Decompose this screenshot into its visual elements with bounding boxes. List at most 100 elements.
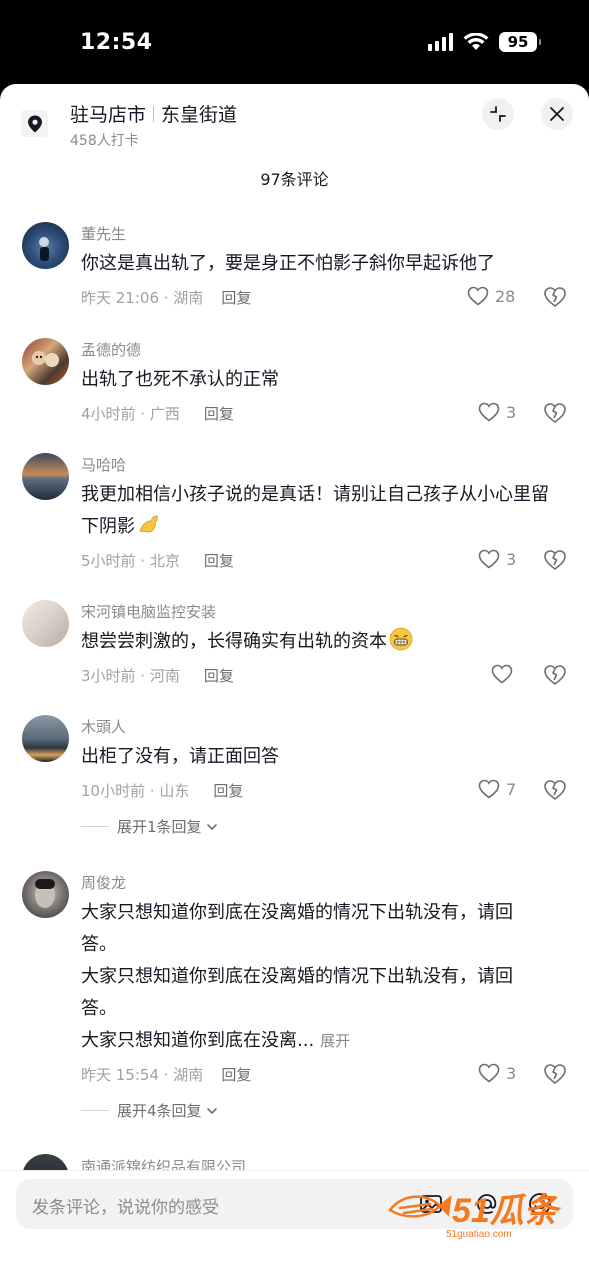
location-title[interactable]: 驻马店市 东皇街道 — [70, 100, 237, 127]
avatar[interactable] — [22, 715, 69, 762]
location-street: 东皇街道 — [161, 104, 238, 126]
svg-text:51瓜条: 51瓜条 — [452, 1192, 562, 1230]
dislike-button[interactable] — [543, 1063, 567, 1089]
comment-text: 大家只想知道你到底在没离婚的情况下出轨没有，请回 答。 大家只想知道你到底在没离… — [81, 897, 561, 1057]
expand-replies-button[interactable]: 展开4条回复 — [81, 1100, 219, 1121]
reply-button[interactable]: 回复 — [204, 665, 234, 686]
comment-count: 97条评论 — [260, 170, 329, 189]
heart-icon — [478, 402, 500, 422]
status-time: 12:54 — [80, 30, 153, 55]
collapse-icon — [490, 106, 506, 122]
comment-text: 出轨了也死不承认的正常 — [81, 369, 279, 390]
broken-heart-icon — [544, 403, 566, 424]
comment-text: 出柜了没有，请正面回答 — [81, 746, 279, 767]
comment-username[interactable]: 木頭人 — [81, 716, 126, 737]
broken-heart-icon — [544, 665, 566, 686]
collapse-button[interactable] — [482, 98, 514, 130]
like-button[interactable]: 3 — [478, 549, 516, 569]
broken-heart-icon — [544, 1064, 566, 1085]
comment-text-line: 答。 — [81, 998, 117, 1019]
reply-button[interactable]: 回复 — [213, 780, 243, 801]
broken-heart-icon — [544, 550, 566, 571]
comment-meta: 昨天 21:06 · 湖南 回复 — [81, 287, 251, 308]
expand-divider — [81, 826, 109, 827]
dislike-button[interactable] — [543, 402, 567, 428]
avatar[interactable] — [22, 222, 69, 269]
avatar[interactable] — [22, 453, 69, 500]
comment-text-line: 大家只想知道你到底在没离婚的情况下出轨没有，请回 — [81, 966, 513, 987]
comment-meta: 4小时前 · 广西 回复 — [81, 403, 234, 424]
comment-text-line: 大家只想知道你到底在没离婚的情况下出轨没有，请回 — [81, 902, 513, 923]
heart-icon — [478, 549, 500, 569]
chevron-down-icon — [206, 823, 217, 830]
grinning-face-emoji-icon — [389, 627, 413, 651]
comment-username[interactable]: 孟德的德 — [81, 339, 141, 360]
close-icon — [550, 107, 564, 121]
expand-replies-button[interactable]: 展开1条回复 — [81, 816, 219, 837]
close-button[interactable] — [541, 98, 573, 130]
comment-time-location: 3小时前 · 河南 — [81, 667, 180, 685]
comment-text-line: 大家只想知道你到底在没离... — [81, 1030, 315, 1051]
comment-text: 想尝尝刺激的，长得确实有出轨的资本 — [81, 626, 561, 658]
comment-time-location: 昨天 21:06 · 湖南 — [81, 289, 204, 307]
like-count: 7 — [506, 779, 517, 799]
comment-username[interactable]: 宋河镇电脑监控安装 — [81, 601, 216, 622]
heart-icon — [467, 286, 489, 306]
flexed-arm-emoji-icon — [139, 515, 158, 533]
expand-text-button[interactable]: 展开 — [320, 1032, 350, 1050]
svg-text:51guatiao.com: 51guatiao.com — [446, 1229, 512, 1240]
comment-time-location: 4小时前 · 广西 — [81, 405, 180, 423]
comment-username[interactable]: 周俊龙 — [81, 872, 126, 893]
like-count: 3 — [506, 549, 517, 569]
dislike-button[interactable] — [543, 286, 567, 312]
location-city: 驻马店市 — [70, 104, 147, 126]
broken-heart-icon — [544, 287, 566, 308]
reply-button[interactable]: 回复 — [221, 1064, 251, 1085]
like-button[interactable]: 7 — [478, 779, 516, 799]
avatar[interactable] — [22, 600, 69, 647]
expand-replies-label: 展开4条回复 — [117, 1102, 202, 1120]
watermark-logo: 51瓜条 51guatiao.com — [388, 1192, 562, 1240]
comments-sheet: 驻马店市 东皇街道 458人打卡 97条评论 董先生 你这是真出轨了，要是身正不… — [0, 84, 589, 1280]
expand-replies-label: 展开1条回复 — [117, 818, 202, 836]
reply-button[interactable]: 回复 — [204, 403, 234, 424]
comment-meta: 昨天 15:54 · 湖南 回复 — [81, 1064, 251, 1085]
reply-button[interactable]: 回复 — [221, 287, 251, 308]
like-button[interactable] — [491, 664, 519, 684]
dislike-button[interactable] — [543, 779, 567, 805]
comment-username[interactable]: 马哈哈 — [81, 454, 126, 475]
comment-meta: 10小时前 · 山东 回复 — [81, 780, 243, 801]
comment-text-line: 答。 — [81, 934, 117, 955]
broken-heart-icon — [544, 780, 566, 801]
wifi-icon — [463, 33, 489, 50]
status-bar: 12:54 95 — [0, 0, 589, 84]
like-button[interactable]: 3 — [478, 1063, 516, 1083]
comment-text: 你这是真出轨了，要是身正不怕影子斜你早起诉他了 — [81, 253, 495, 274]
avatar[interactable] — [22, 338, 69, 385]
like-count: 28 — [495, 286, 516, 306]
like-button[interactable]: 3 — [478, 402, 516, 422]
like-button[interactable]: 28 — [467, 286, 515, 306]
reply-button[interactable]: 回复 — [204, 550, 234, 571]
avatar[interactable] — [22, 871, 69, 918]
expand-divider — [81, 1110, 109, 1111]
checkin-count: 458人打卡 — [70, 133, 139, 149]
comment-username[interactable]: 董先生 — [81, 223, 126, 244]
like-count: 3 — [506, 1063, 517, 1083]
comment-text-line-truncated: 大家只想知道你到底在没离... 展开 — [81, 1025, 561, 1057]
chevron-down-icon — [206, 1107, 217, 1114]
status-icons: 95 — [428, 32, 541, 52]
cellular-signal-icon — [428, 33, 453, 51]
comment-time-location: 10小时前 · 山东 — [81, 782, 190, 800]
comment-time-location: 昨天 15:54 · 湖南 — [81, 1066, 204, 1084]
heart-icon — [491, 664, 513, 684]
dislike-button[interactable] — [543, 664, 567, 690]
comment-text: 我更加相信小孩子说的是真话！请别让自己孩子从小心里留下阴影 — [81, 479, 561, 543]
comment-meta: 3小时前 · 河南 回复 — [81, 665, 234, 686]
battery-indicator: 95 — [499, 32, 541, 52]
dislike-button[interactable] — [543, 549, 567, 575]
location-separator — [153, 105, 155, 122]
comment-input-placeholder: 发条评论，说说你的感受 — [32, 1198, 219, 1218]
location-pin-icon — [21, 110, 48, 137]
like-count: 3 — [506, 402, 517, 422]
